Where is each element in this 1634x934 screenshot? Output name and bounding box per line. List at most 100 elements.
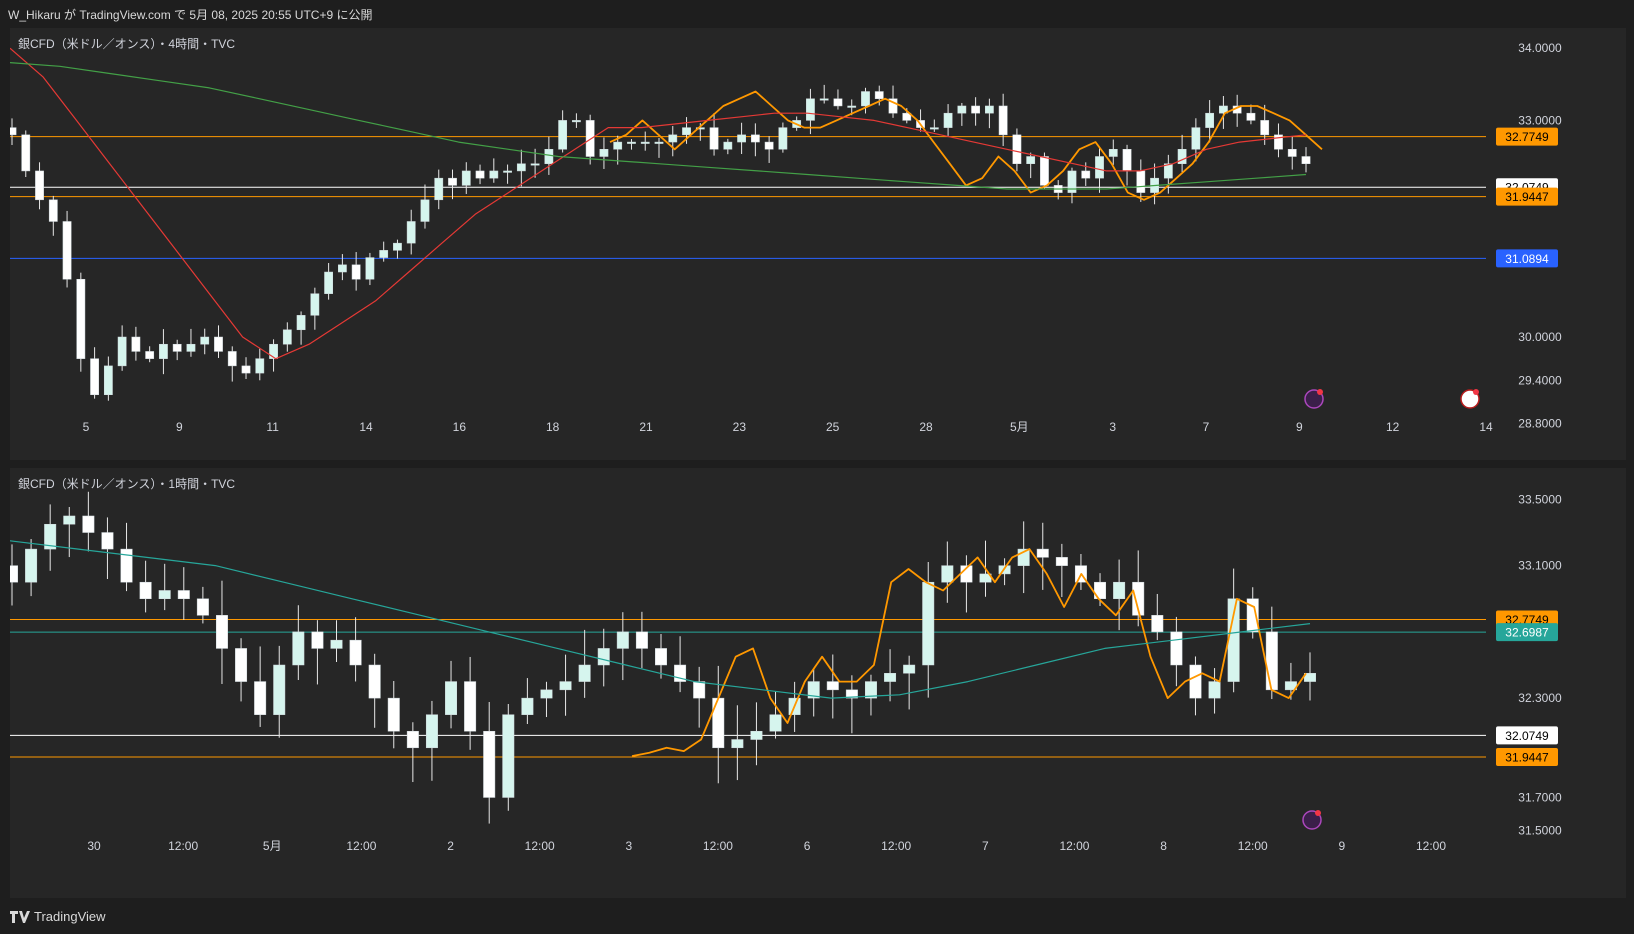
- candle-body: [461, 170, 471, 186]
- candle-body: [1265, 631, 1278, 691]
- x-tick-label: 12:00: [881, 839, 911, 853]
- candle-body: [48, 199, 58, 222]
- y-tick-label: 33.5000: [1518, 492, 1562, 506]
- candle: [540, 681, 553, 718]
- candle-body: [750, 134, 760, 143]
- candle-body: [200, 336, 210, 345]
- candle: [750, 123, 760, 157]
- candle-body: [530, 163, 540, 166]
- candle-body: [76, 278, 86, 359]
- chart-pane-4h[interactable]: 34.000033.000030.000029.400028.800028.20…: [10, 28, 1626, 460]
- candle: [489, 158, 499, 183]
- candle: [943, 104, 953, 136]
- candle: [1177, 134, 1187, 173]
- candle: [311, 620, 324, 685]
- y-tick-label: 29.4000: [1518, 373, 1562, 387]
- candle: [159, 329, 168, 375]
- x-tick-label: 12:00: [1059, 839, 1089, 853]
- candle-body: [365, 257, 375, 280]
- x-tick-label: 9: [1339, 839, 1346, 853]
- candle: [186, 328, 196, 357]
- candle-body: [558, 120, 568, 150]
- x-tick-label: 25: [826, 420, 840, 434]
- candle: [131, 326, 141, 361]
- candle: [654, 138, 664, 158]
- tradingview-logo-icon: [10, 910, 30, 923]
- chart-4h-plot[interactable]: 34.000033.000030.000029.400028.800028.20…: [10, 28, 1626, 460]
- candle: [922, 561, 935, 698]
- candle-body: [406, 730, 419, 749]
- candle-body: [241, 365, 251, 374]
- candle: [35, 162, 44, 210]
- candle: [1274, 123, 1283, 158]
- x-tick-label: 12:00: [1416, 839, 1446, 853]
- chart-pane-1h[interactable]: 33.5000 33.1000 32.3000 31.7000 31.5000 32.77…: [10, 468, 1626, 898]
- candle: [1055, 543, 1068, 598]
- candle-body: [769, 714, 782, 732]
- candle: [572, 113, 581, 128]
- candle-body: [597, 648, 610, 666]
- candle-body: [62, 221, 72, 280]
- x-tick-label: 12: [1386, 420, 1400, 434]
- candle: [48, 195, 58, 236]
- candle-body: [1040, 156, 1049, 186]
- candle-body: [282, 329, 292, 345]
- candle: [200, 328, 210, 355]
- candle-body: [379, 250, 389, 258]
- candle-body: [215, 615, 228, 649]
- x-tick-label: 9: [176, 420, 183, 434]
- candle-body: [351, 264, 361, 280]
- candle-body: [929, 127, 939, 130]
- x-tick-label: 23: [733, 420, 747, 434]
- candle: [1150, 163, 1159, 205]
- candle-body: [1122, 149, 1132, 172]
- candle: [616, 612, 629, 681]
- candle: [929, 119, 939, 132]
- candle: [120, 522, 133, 592]
- ma-mid-line: [10, 47, 1307, 360]
- candle-body: [448, 177, 457, 186]
- candle-body: [159, 343, 168, 359]
- candle-body: [640, 141, 650, 144]
- price-label: 32.7749: [1505, 130, 1549, 144]
- candle-body: [693, 681, 706, 699]
- candle: [1036, 522, 1049, 590]
- candle: [475, 164, 485, 185]
- candle-body: [941, 565, 954, 583]
- candle-body: [599, 149, 609, 157]
- candle-body: [578, 664, 591, 682]
- candle-body: [330, 639, 343, 649]
- candle: [819, 84, 829, 104]
- candle: [62, 210, 72, 288]
- chart-1h-title: 銀CFD（米ドル／オンス）・1時間・TVC: [18, 477, 236, 491]
- candle-body: [559, 681, 572, 691]
- chart-1h-plot[interactable]: 33.500033.100032.300031.700031.500032.77…: [10, 468, 1626, 898]
- candle: [196, 586, 209, 624]
- x-tick-label: 16: [453, 420, 467, 434]
- candle-body: [764, 141, 774, 150]
- candle: [241, 357, 251, 380]
- candle: [884, 649, 897, 702]
- candle: [44, 504, 57, 571]
- candle: [731, 705, 744, 781]
- candle-body: [544, 149, 554, 164]
- candle-body: [172, 343, 182, 352]
- candle: [349, 617, 362, 682]
- candle-body: [101, 532, 114, 550]
- candle-body: [874, 91, 884, 99]
- publish-header: W_Hikaru が TradingView.com で 5月 08, 2025…: [0, 0, 1634, 26]
- footer: TradingView: [0, 900, 1634, 934]
- candle: [640, 131, 650, 151]
- candle-body: [311, 631, 324, 649]
- candle: [292, 605, 305, 680]
- tradingview-brand[interactable]: TradingView: [10, 909, 106, 924]
- candle: [351, 252, 361, 291]
- candle-body: [1170, 631, 1183, 666]
- candle-body: [819, 98, 829, 101]
- candle-body: [635, 631, 648, 649]
- candle: [365, 252, 375, 286]
- candle: [903, 655, 916, 710]
- candle: [177, 567, 190, 620]
- candle: [635, 611, 648, 669]
- candle-body: [186, 343, 196, 352]
